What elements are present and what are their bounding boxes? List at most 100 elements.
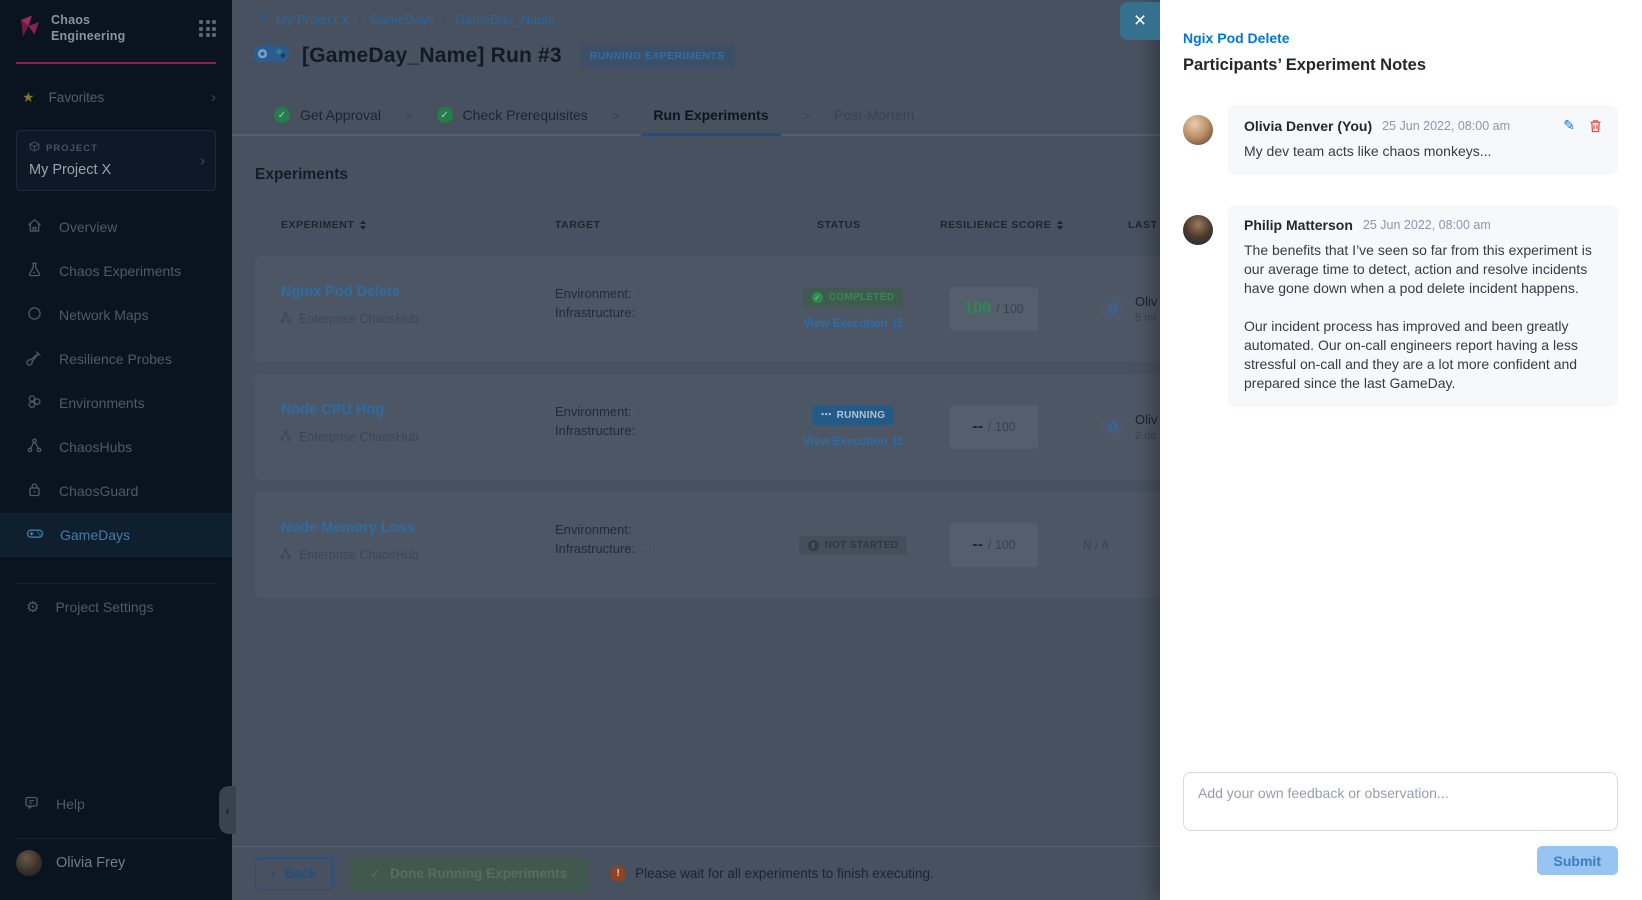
back-button[interactable]: ‹ Back [255, 858, 333, 890]
breadcrumb-item[interactable]: GameDays [370, 12, 435, 27]
chevron-right-icon: › [211, 89, 216, 106]
user-name: Olivia Frey [56, 855, 125, 871]
column-header-resilience-score[interactable]: RESILIENCE SCORE [940, 219, 1063, 231]
drawer-experiment-link[interactable]: Ngix Pod Delete [1183, 30, 1290, 46]
avatar [1183, 115, 1213, 145]
breadcrumb-separator: › [443, 12, 447, 26]
comment-text: Our incident process has improved and be… [1244, 317, 1602, 393]
experiment-notes-drawer: × Ngix Pod Delete Participants’ Experime… [1160, 0, 1642, 900]
column-header-experiment[interactable]: EXPERIMENT [281, 219, 366, 231]
view-execution-link[interactable]: View Execution [803, 436, 902, 449]
favorites-label: Favorites [49, 90, 105, 105]
footer-warning: ! Please wait for all experiments to fin… [610, 866, 934, 882]
gamepad-title-icon [252, 42, 290, 70]
chevron-right-icon: › [200, 152, 205, 169]
sidebar-item-gamedays[interactable]: GameDays [0, 513, 232, 557]
experiment-name-link[interactable]: Nginx Pod Delete [281, 284, 400, 300]
brand-divider [16, 62, 216, 64]
sidebar-collapse-handle[interactable]: ‹ [219, 786, 236, 834]
sidebar-item-chaoshubs[interactable]: ChaosHubs [0, 425, 232, 469]
comment-author: Philip Matterson [1244, 217, 1353, 233]
breadcrumb-item[interactable]: GameDay_Name [455, 12, 555, 27]
column-header-target[interactable]: TARGET [555, 219, 600, 231]
sort-icon [1057, 220, 1063, 230]
step-post-mortem[interactable]: Post-Mortem [832, 96, 916, 134]
external-link-icon [893, 436, 903, 449]
column-header-status[interactable]: STATUS [817, 219, 860, 231]
chevron-left-icon: ‹ [225, 803, 229, 818]
close-icon: × [1134, 9, 1146, 33]
sidebar-item-overview[interactable]: Overview [0, 205, 232, 249]
avatar [1183, 215, 1213, 245]
step-get-approval[interactable]: ✓ Get Approval [272, 96, 383, 134]
feedback-input[interactable] [1183, 772, 1618, 831]
status-badge: RUNNING EXPERIMENTS [580, 45, 735, 67]
status-badge-completed: ✓ COMPLETED [803, 288, 903, 307]
submit-button[interactable]: Submit [1537, 846, 1618, 875]
app-switcher-grid-icon[interactable] [199, 20, 216, 37]
sidebar-item-help[interactable]: Help [0, 786, 232, 822]
edit-comment-icon[interactable]: ✎ [1563, 117, 1575, 134]
user-avatar [16, 850, 42, 876]
step-check-prerequisites[interactable]: ✓ Check Prerequisites [435, 96, 590, 134]
exclamation-circle-icon: ! [808, 540, 819, 551]
cube-icon [29, 141, 40, 155]
comment-text: The benefits that I’ve seen so far from … [1244, 241, 1602, 298]
sidebar-nav: Overview Chaos Experiments Network Maps … [0, 205, 232, 557]
step-separator-icon: > [803, 96, 811, 134]
sidebar-item-favorites[interactable]: ★ Favorites › [0, 84, 232, 110]
sidebar-item-chaosguard[interactable]: ChaosGuard [0, 469, 232, 513]
lock-icon [26, 481, 43, 501]
step-separator-icon: > [405, 96, 413, 134]
project-label: PROJECT [46, 143, 98, 154]
breadcrumb-item[interactable]: My Project X [276, 12, 350, 27]
hub-icon [279, 547, 292, 563]
project-name: My Project X [29, 162, 203, 178]
experiment-target: Environment: Env1 Infrastructure: ChaosI… [555, 520, 717, 558]
close-drawer-button[interactable]: × [1120, 2, 1160, 40]
user-profile[interactable]: Olivia Frey [16, 850, 125, 876]
project-selector[interactable]: PROJECT My Project X › [16, 130, 216, 191]
sidebar-item-chaos-experiments[interactable]: Chaos Experiments [0, 249, 232, 293]
avatar: O [1101, 415, 1125, 439]
avatar: O [1101, 297, 1125, 321]
comment: Olivia Denver (You) 25 Jun 2022, 08:00 a… [1183, 105, 1618, 175]
comment-timestamp: 25 Jun 2022, 08:00 am [1363, 218, 1491, 232]
experiment-name-link[interactable]: Node CPU Hog [281, 402, 384, 418]
breadcrumb: My Project X › GameDays › GameDay_Name [255, 11, 555, 27]
delete-comment-icon[interactable] [1589, 119, 1602, 133]
chaos-engineering-logo-icon [16, 13, 42, 44]
experiment-hub: Enterprise ChaosHub [279, 429, 419, 445]
flask-icon [26, 261, 43, 281]
drawer-title: Participants’ Experiment Notes [1183, 56, 1426, 75]
comment-text: My dev team acts like chaos monkeys... [1244, 142, 1602, 161]
external-link-icon [893, 318, 903, 331]
comment-author: Olivia Denver (You) [1244, 118, 1372, 134]
comment-timestamp: 25 Jun 2022, 08:00 am [1382, 119, 1510, 133]
view-execution-link[interactable]: View Execution [803, 318, 902, 331]
page-header: [GameDay_Name] Run #3 RUNNING EXPERIMENT… [252, 42, 735, 70]
resilience-score: 100 / 100 [950, 287, 1038, 331]
resilience-score: -- / 100 [950, 405, 1038, 449]
sidebar-item-resilience-probes[interactable]: Resilience Probes [0, 337, 232, 381]
sidebar-item-network-maps[interactable]: Network Maps [0, 293, 232, 337]
app-title: Chaos Engineering [51, 13, 190, 44]
circle-icon [26, 305, 43, 325]
sidebar-divider [16, 583, 216, 584]
step-run-experiments[interactable]: Run Experiments [641, 96, 780, 136]
check-circle-icon: ✓ [812, 292, 823, 303]
experiment-name-link[interactable]: Node Memory Loss [281, 520, 415, 536]
last-updated-na: N / A [1083, 492, 1109, 598]
environments-icon [26, 393, 43, 413]
sort-icon [360, 220, 366, 230]
sidebar-item-project-settings[interactable]: ⚙ Project Settings [0, 585, 232, 629]
hub-icon [279, 429, 292, 445]
sidebar-item-environments[interactable]: Environments [0, 381, 232, 425]
step-separator-icon: > [612, 96, 620, 134]
experiment-target: Environment: Env1 Infrastructure: ChaosI… [555, 402, 717, 440]
gamepad-icon [26, 525, 44, 545]
experiment-hub: Enterprise ChaosHub [279, 311, 419, 327]
check-icon: ✓ [370, 866, 381, 882]
done-running-experiments-button[interactable]: ✓ Done Running Experiments [350, 857, 587, 891]
column-header-last[interactable]: LAST [1128, 219, 1157, 231]
